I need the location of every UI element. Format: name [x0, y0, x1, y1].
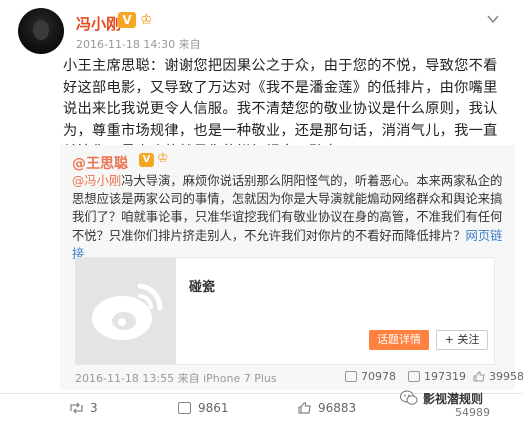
repost-body: @冯小刚冯大导演，麻烦你说话别那么阴阳怪气的，听着恶心。本来两家私企的思想应该是… — [72, 172, 507, 263]
repost-body-text: 冯大导演，麻烦你说话别那么阴阳怪气的，听着恶心。本来两家私企的思想应该是两家公司… — [72, 174, 503, 243]
weibo-logo-icon — [92, 283, 163, 340]
watermark-label: 影视潜规则 — [423, 391, 484, 406]
like-button[interactable]: 96883 — [298, 401, 356, 415]
comment-count-value: 197319 — [424, 370, 466, 383]
link-card-title: 碰瓷 — [189, 280, 216, 295]
like-count[interactable]: 399580 — [473, 370, 523, 383]
post-timestamp: 2016-11-18 14:30 来自 — [76, 38, 201, 51]
repost-button[interactable]: 3 — [70, 401, 98, 415]
like-action-count: 96883 — [318, 401, 357, 415]
repost-footer: 2016-11-18 13:55 来自 iPhone 7 Plus 70978 … — [75, 370, 523, 386]
repost-author[interactable]: @王思聪 — [72, 153, 128, 173]
thumbs-up-icon — [298, 402, 311, 414]
author-avatar[interactable] — [18, 8, 64, 54]
repost-count[interactable]: 70978 — [345, 370, 396, 383]
repost-action-count: 3 — [90, 401, 98, 415]
repost-icon — [70, 402, 83, 414]
mention-link[interactable]: @冯小刚 — [72, 174, 121, 188]
watermark-sub: 54989 — [455, 406, 490, 419]
thumbs-up-icon — [473, 371, 485, 382]
comment-icon — [408, 371, 420, 382]
weibo-logo-thumbnail — [76, 258, 176, 364]
vip-crown-icon: ♔ — [140, 12, 153, 28]
topic-detail-button[interactable]: 话题详情 — [369, 330, 429, 350]
verified-badge: V — [139, 153, 154, 167]
vip-crown-icon: ♔ — [157, 151, 169, 166]
repost-icon — [345, 371, 357, 382]
weibo-post-card: 冯小刚 V ♔ 2016-11-18 14:30 来自 小王主席思聪：谢谢您把因… — [0, 0, 523, 423]
comment-count[interactable]: 197319 — [408, 370, 466, 383]
comment-button[interactable]: 9861 — [178, 401, 229, 415]
wechat-icon — [400, 390, 418, 405]
repost-count-value: 70978 — [361, 370, 396, 383]
follow-button[interactable]: + 关注 — [436, 330, 488, 350]
comment-action-count: 9861 — [198, 401, 229, 415]
author-name[interactable]: 冯小刚 — [76, 13, 121, 34]
chevron-down-icon[interactable] — [486, 12, 500, 26]
repost-timestamp: 2016-11-18 13:55 来自 iPhone 7 Plus — [75, 372, 277, 385]
quoted-repost[interactable]: @王思聪 V ♔ @冯小刚冯大导演，麻烦你说话别那么阴阳怪气的，听着恶心。本来两… — [60, 145, 523, 390]
link-card[interactable]: 碰瓷 话题详情 + 关注 — [75, 257, 495, 365]
like-count-value: 399580 — [489, 370, 523, 383]
verified-badge: V — [118, 12, 136, 28]
comment-icon — [178, 402, 191, 414]
